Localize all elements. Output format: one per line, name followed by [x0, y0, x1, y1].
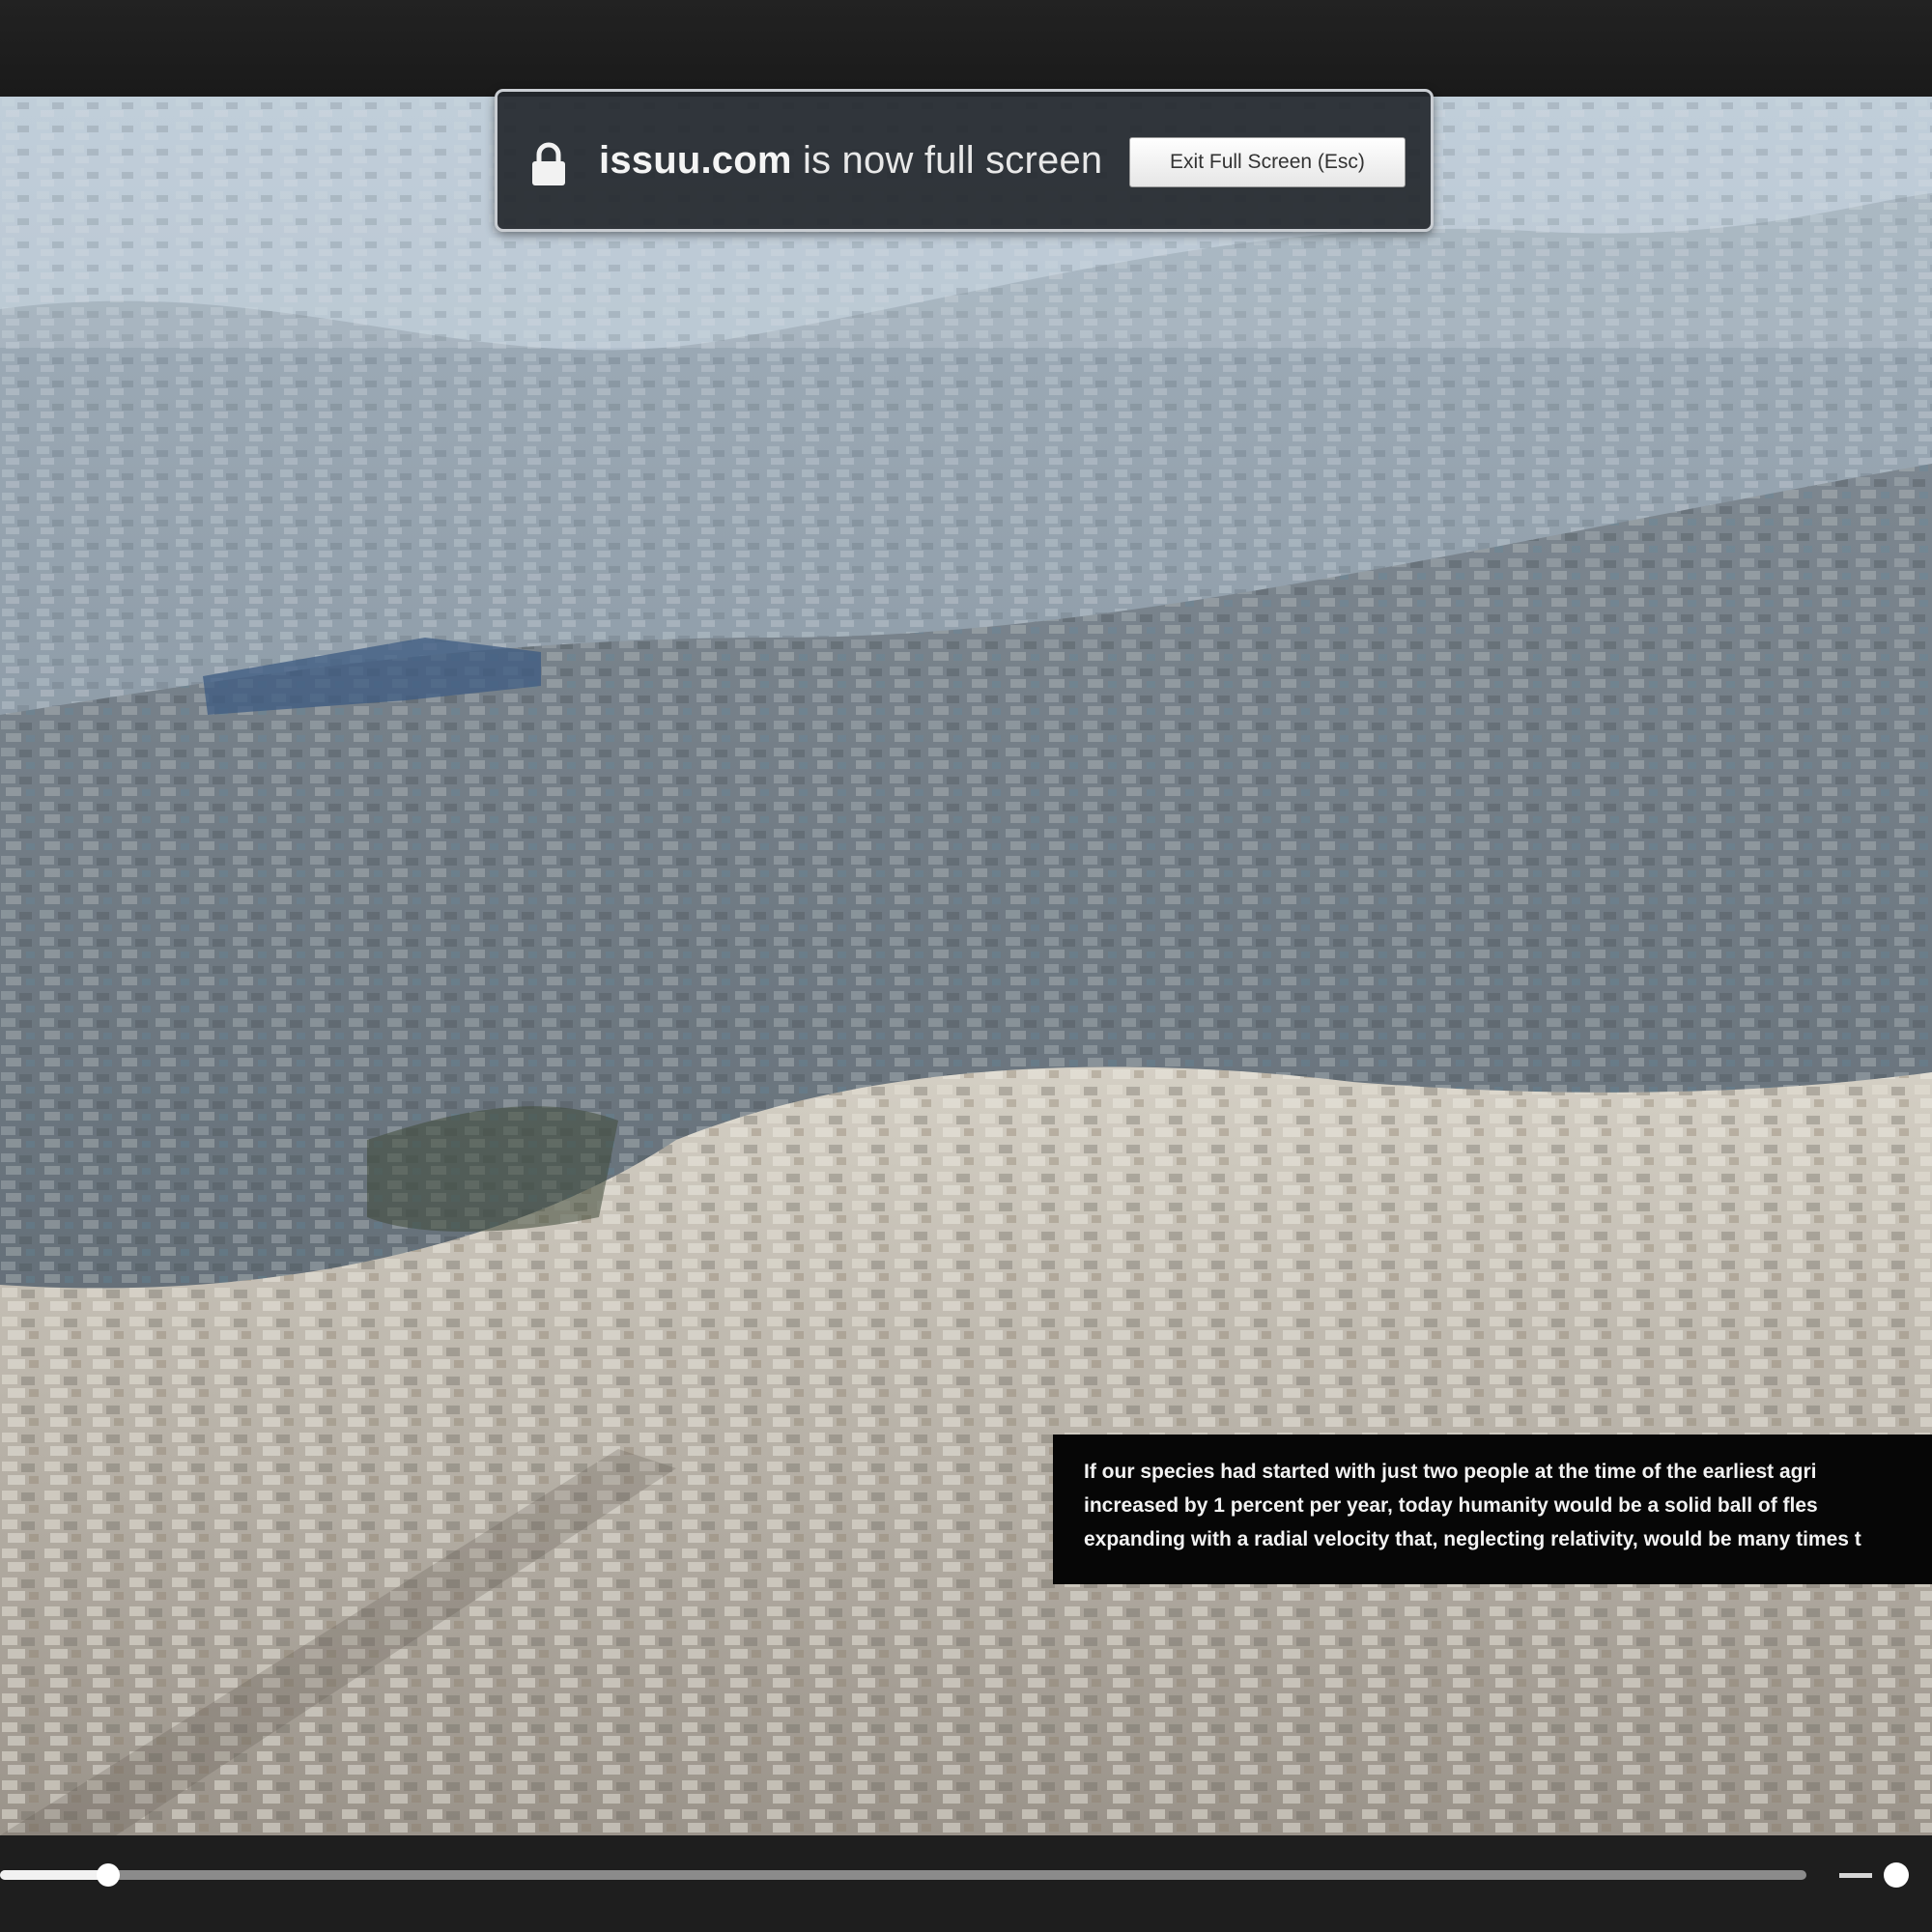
caption-line: expanding with a radial velocity that, n…: [1084, 1528, 1861, 1550]
fullscreen-message-text: is now full screen: [791, 139, 1103, 182]
page-slider-fill: [0, 1870, 109, 1880]
page-slider[interactable]: [0, 1863, 1806, 1887]
fullscreen-domain: issuu.com: [599, 139, 792, 182]
zoom-slider-handle[interactable]: [1884, 1862, 1909, 1888]
top-chrome-bar: [0, 0, 1932, 97]
page-slider-handle[interactable]: [97, 1863, 121, 1887]
caption-line: If our species had started with just two…: [1084, 1461, 1817, 1483]
caption-line: increased by 1 percent per year, today h…: [1084, 1494, 1818, 1517]
minus-icon[interactable]: [1839, 1873, 1872, 1878]
fullscreen-notification: issuu.com is now full screen Exit Full S…: [495, 89, 1434, 232]
bottom-controls-bar: [0, 1835, 1932, 1932]
page-caption: If our species had started with just two…: [1053, 1435, 1932, 1584]
exit-fullscreen-button[interactable]: Exit Full Screen (Esc): [1129, 137, 1406, 187]
lock-icon: [532, 142, 565, 185]
fullscreen-message: issuu.com is now full screen: [599, 139, 1102, 183]
